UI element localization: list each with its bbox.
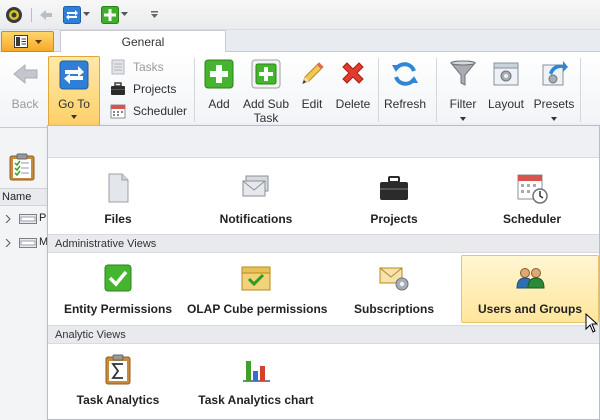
column-header-name[interactable]: Name bbox=[2, 191, 31, 203]
clipboard-checklist-icon[interactable] bbox=[9, 153, 35, 181]
tasks-button[interactable]: Tasks bbox=[110, 57, 190, 77]
green-check-icon bbox=[104, 264, 132, 292]
app-logo-icon[interactable] bbox=[5, 6, 23, 24]
tab-general[interactable]: General bbox=[60, 30, 226, 53]
add-icon[interactable] bbox=[101, 6, 119, 24]
envelopes-icon bbox=[242, 175, 269, 197]
scheduler-label: Scheduler bbox=[133, 104, 188, 118]
goto-arrows-icon[interactable] bbox=[63, 6, 81, 24]
back-label: Back bbox=[11, 97, 39, 111]
navigation-panel: Name Pr M bbox=[0, 128, 50, 420]
menu-item-label: Users and Groups bbox=[477, 302, 583, 316]
refresh-label: Refresh bbox=[383, 97, 427, 111]
ribbon-separator bbox=[194, 58, 195, 122]
layout-label: Layout bbox=[487, 97, 525, 111]
add-sub-task-icon bbox=[251, 59, 281, 89]
group-header-administrative: Administrative Views bbox=[48, 234, 599, 253]
funnel-icon bbox=[449, 60, 477, 86]
add-sub-task-label-line1: Add Sub bbox=[242, 97, 290, 111]
menu-item-label: Subscriptions bbox=[353, 302, 434, 316]
briefcase-icon bbox=[380, 176, 408, 200]
ribbon-separator bbox=[436, 58, 437, 122]
grid-header[interactable]: Name bbox=[0, 188, 48, 206]
calendar-clock-icon bbox=[517, 174, 548, 204]
menu-item-label: Notifications bbox=[219, 212, 293, 226]
folder-check-icon bbox=[241, 266, 271, 291]
chevron-down-icon bbox=[551, 117, 557, 121]
projects-button[interactable]: Projects bbox=[110, 79, 190, 99]
menu-item-label: Projects bbox=[370, 212, 418, 226]
toolbar-separator bbox=[31, 8, 32, 22]
goto-label: Go To bbox=[58, 97, 90, 111]
application-menu-button[interactable] bbox=[1, 31, 54, 52]
tree-row[interactable]: Pr bbox=[2, 208, 50, 230]
file-icon bbox=[108, 173, 129, 203]
menu-item-label: Files bbox=[104, 212, 132, 226]
presets-icon bbox=[542, 61, 568, 86]
dropdown-top-bar bbox=[48, 126, 599, 158]
menu-item-label: Task Analytics chart bbox=[198, 393, 314, 407]
ribbon: Back Go To Tasks Projects Scheduler Add … bbox=[0, 52, 600, 128]
filter-label: Filter bbox=[449, 97, 477, 111]
chevron-down-icon bbox=[35, 40, 42, 44]
tasks-label: Tasks bbox=[133, 60, 164, 74]
app-menu-icon bbox=[14, 35, 28, 48]
menu-item-projects[interactable]: Projects bbox=[325, 166, 463, 234]
chevron-down-icon[interactable] bbox=[83, 11, 90, 17]
briefcase-icon bbox=[111, 82, 125, 95]
mouse-cursor-icon bbox=[585, 313, 599, 333]
expand-arrow-icon[interactable] bbox=[5, 239, 11, 247]
menu-item-entity-permissions[interactable]: Entity Permissions bbox=[49, 256, 187, 324]
folder-icon bbox=[19, 238, 37, 248]
ribbon-separator bbox=[378, 58, 379, 122]
menu-item-olap-cube-permissions[interactable]: OLAP Cube permissions bbox=[187, 256, 328, 324]
folder-icon bbox=[19, 214, 37, 224]
presets-label: Presets bbox=[533, 97, 575, 111]
users-icon bbox=[516, 268, 545, 289]
menu-item-label: Entity Permissions bbox=[63, 302, 173, 316]
menu-item-label: Scheduler bbox=[502, 212, 562, 226]
goto-button[interactable]: Go To bbox=[48, 56, 100, 126]
menu-item-scheduler[interactable]: Scheduler bbox=[463, 166, 600, 234]
scheduler-button[interactable]: Scheduler bbox=[110, 101, 190, 121]
bar-chart-icon bbox=[243, 361, 270, 382]
tree-row[interactable]: M bbox=[2, 232, 48, 254]
menu-item-label: OLAP Cube permissions bbox=[187, 302, 328, 316]
ribbon-tab-row: General bbox=[0, 30, 600, 53]
tasks-icon bbox=[111, 59, 125, 75]
menu-item-task-analytics[interactable]: Task Analytics bbox=[49, 347, 187, 415]
delete-label: Delete bbox=[335, 97, 371, 111]
layout-gear-icon bbox=[493, 62, 519, 86]
add-label: Add bbox=[208, 97, 230, 111]
customize-toolbar-icon[interactable] bbox=[150, 10, 159, 19]
menu-item-files[interactable]: Files bbox=[49, 166, 187, 234]
sigma-clipboard-icon bbox=[105, 354, 131, 385]
calendar-icon bbox=[110, 104, 126, 119]
menu-item-users-and-groups[interactable]: Users and Groups bbox=[461, 255, 599, 323]
goto-dropdown-menu: Files Notifications Projects Scheduler A… bbox=[47, 125, 600, 420]
menu-item-label: Task Analytics bbox=[76, 393, 160, 407]
menu-item-task-analytics-chart[interactable]: Task Analytics chart bbox=[187, 347, 325, 415]
menu-item-notifications[interactable]: Notifications bbox=[187, 166, 325, 234]
edit-label: Edit bbox=[301, 97, 323, 111]
chevron-down-icon bbox=[71, 115, 77, 119]
menu-item-subscriptions[interactable]: Subscriptions bbox=[325, 256, 463, 324]
group-header-analytic: Analytic Views bbox=[48, 325, 599, 344]
ribbon-separator bbox=[580, 58, 581, 122]
chevron-down-icon bbox=[460, 117, 466, 121]
expand-arrow-icon[interactable] bbox=[5, 215, 11, 223]
chevron-down-icon[interactable] bbox=[121, 11, 128, 17]
quick-access-toolbar bbox=[0, 0, 600, 30]
back-arrow-icon[interactable] bbox=[38, 7, 54, 23]
pencil-icon bbox=[302, 62, 324, 84]
refresh-icon bbox=[392, 62, 418, 86]
envelope-gear-icon bbox=[379, 267, 409, 291]
back-arrow-icon bbox=[13, 63, 38, 85]
add-sub-task-label-line2: Task bbox=[253, 111, 279, 125]
add-icon bbox=[204, 59, 234, 89]
goto-arrows-icon bbox=[59, 60, 89, 90]
delete-x-icon bbox=[342, 62, 364, 84]
projects-label: Projects bbox=[133, 82, 177, 96]
